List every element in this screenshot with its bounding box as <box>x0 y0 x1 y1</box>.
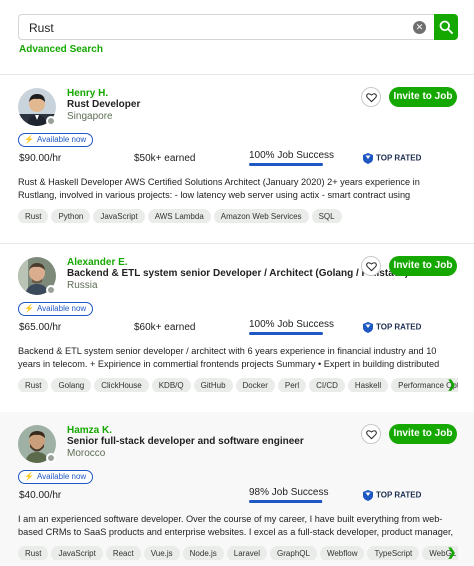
online-status-dot <box>46 285 56 295</box>
skill-tag[interactable]: GitHub <box>193 378 233 392</box>
hourly-rate: $40.00/hr <box>19 490 62 501</box>
search-icon <box>439 20 453 34</box>
skills-list: Rust Python JavaScript AWS Lambda Amazon Web… <box>18 208 458 223</box>
top-rated-label: TOP RATED <box>376 322 422 332</box>
skill-tag[interactable]: Node.js <box>182 546 224 560</box>
bolt-icon: ⚡ <box>24 472 34 481</box>
skill-tag[interactable]: KDB/Q <box>151 378 191 392</box>
freelancer-name[interactable]: Alexander E. <box>67 257 128 268</box>
skill-tag[interactable]: Webflow <box>319 546 365 560</box>
heart-icon <box>366 430 377 440</box>
chevron-right-icon[interactable]: ❯ <box>447 378 456 391</box>
bolt-icon: ⚡ <box>24 304 34 313</box>
freelancer-name[interactable]: Henry H. <box>67 88 108 99</box>
bolt-icon: ⚡ <box>24 135 34 144</box>
skill-tag[interactable]: Python <box>51 209 91 223</box>
heart-icon <box>366 262 377 272</box>
search-bar: ✕ <box>18 14 458 40</box>
save-freelancer-button[interactable] <box>361 424 381 444</box>
search-box: ✕ <box>18 14 434 40</box>
save-freelancer-button[interactable] <box>361 87 381 107</box>
skills-list: Rust JavaScript React Vue.js Node.js Laravel G… <box>18 545 458 560</box>
skill-tag[interactable]: ClickHouse <box>94 378 149 392</box>
freelancer-card[interactable]: Henry H. Rust Developer Singapore Invite… <box>0 75 474 243</box>
skill-tag[interactable]: JavaScript <box>51 546 103 560</box>
freelancer-location: Singapore <box>67 111 113 122</box>
freelancer-name[interactable]: Hamza K. <box>67 425 112 436</box>
freelancer-description: I am an experienced software developer. … <box>18 514 454 537</box>
skill-tag[interactable]: SQL <box>311 209 342 223</box>
top-rated-badge: TOP RATED <box>363 322 421 333</box>
skills-list: Rust Golang ClickHouse KDB/Q GitHub Docker Per… <box>18 377 458 392</box>
skill-tag[interactable]: Rust <box>18 546 49 560</box>
hourly-rate: $65.00/hr <box>19 322 62 333</box>
freelancer-title: Senior full-stack developer and software… <box>67 436 304 447</box>
freelancer-description: Rust & Haskell Developer AWS Certified S… <box>18 177 420 200</box>
top-rated-label: TOP RATED <box>376 490 422 500</box>
total-earned: $50k+ earned <box>134 153 196 164</box>
skill-tag[interactable]: Rust <box>18 378 49 392</box>
freelancer-location: Morocco <box>67 448 106 459</box>
total-earned: $60k+ earned <box>134 322 196 333</box>
freelancer-location: Russia <box>67 280 98 291</box>
top-rated-label: TOP RATED <box>376 153 422 163</box>
freelancer-card[interactable]: Alexander E. Backend & ETL system senior… <box>0 244 474 412</box>
skill-tag[interactable]: Rust <box>18 209 49 223</box>
freelancer-card[interactable]: Hamza K. Senior full-stack developer and… <box>0 412 474 566</box>
advanced-search-link[interactable]: Advanced Search <box>19 44 103 55</box>
skill-tag[interactable]: Amazon Web Services <box>213 209 309 223</box>
skill-tag[interactable]: CI/CD <box>309 378 345 392</box>
freelancer-title: Backend & ETL system senior Developer / … <box>67 268 409 279</box>
skill-tag[interactable]: Vue.js <box>143 546 180 560</box>
search-input[interactable] <box>29 19 409 37</box>
chevron-right-icon[interactable]: ❯ <box>447 546 456 559</box>
heart-icon <box>366 93 377 103</box>
top-rated-icon <box>363 153 373 164</box>
skill-tag[interactable]: AWS Lambda <box>147 209 211 223</box>
job-success-bar <box>249 500 323 503</box>
job-success-label: 98% Job Success <box>249 487 329 498</box>
skill-tag[interactable]: JavaScript <box>93 209 145 223</box>
available-now-badge: ⚡ Available now <box>18 133 94 147</box>
skill-tag[interactable]: GraphQL <box>270 546 317 560</box>
invite-to-job-button[interactable]: Invite to Job <box>389 256 457 276</box>
invite-to-job-button[interactable]: Invite to Job <box>389 87 457 107</box>
hourly-rate: $90.00/hr <box>19 153 62 164</box>
available-now-badge: ⚡ Available now <box>18 470 94 484</box>
job-success-label: 100% Job Success <box>249 150 335 161</box>
top-rated-icon <box>363 322 373 333</box>
top-rated-icon <box>363 490 373 501</box>
freelancer-description: Backend & ETL system senior developer / … <box>18 346 440 369</box>
skill-tag[interactable]: Golang <box>51 378 92 392</box>
available-now-badge: ⚡ Available now <box>18 302 94 316</box>
available-label: Available now <box>36 472 87 481</box>
skill-tag[interactable]: Perl <box>277 378 307 392</box>
online-status-dot <box>46 116 56 126</box>
top-rated-badge: TOP RATED <box>363 153 421 164</box>
skill-tag[interactable]: TypeScript <box>367 546 420 560</box>
job-success-bar <box>249 163 323 166</box>
invite-to-job-button[interactable]: Invite to Job <box>389 424 457 444</box>
save-freelancer-button[interactable] <box>361 256 381 276</box>
clear-search-icon[interactable]: ✕ <box>413 21 426 34</box>
available-label: Available now <box>36 135 87 144</box>
job-success-bar <box>249 332 323 335</box>
job-success-label: 100% Job Success <box>249 319 335 330</box>
skill-tag[interactable]: React <box>105 546 141 560</box>
skill-tag[interactable]: Laravel <box>226 546 268 560</box>
search-button[interactable] <box>434 14 458 40</box>
skill-tag[interactable]: Docker <box>235 378 275 392</box>
skill-tag[interactable]: Haskell <box>347 378 389 392</box>
available-label: Available now <box>36 304 87 313</box>
freelancer-title: Rust Developer <box>67 99 141 110</box>
online-status-dot <box>46 453 56 463</box>
top-rated-badge: TOP RATED <box>363 490 421 501</box>
